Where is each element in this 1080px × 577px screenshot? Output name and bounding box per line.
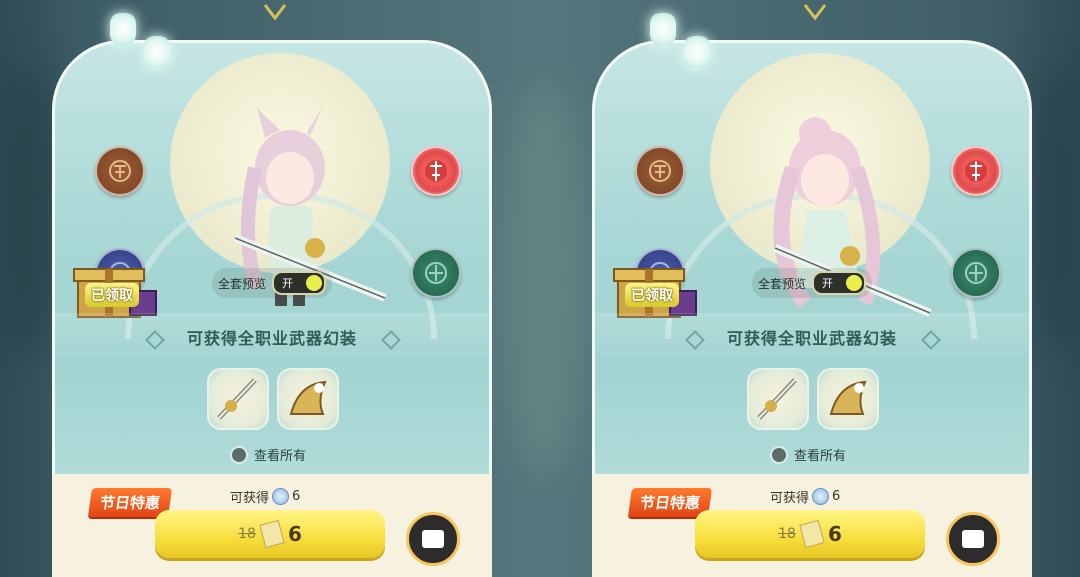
weapon-item[interactable]	[817, 368, 879, 430]
toggle-text: 开	[282, 277, 294, 290]
obtain-label: 可获得	[770, 491, 810, 506]
costume-panel: 已领取 全套预览 开 可获得全职业武器幻装 查看所有 节日特惠 可获得 6 18…	[592, 0, 1032, 577]
ribbon-icon	[803, 4, 827, 21]
preview-label: 全套预览	[758, 276, 807, 291]
received-label: 已领取	[625, 283, 679, 307]
sword-icon	[217, 378, 257, 420]
obtain-label: 可获得	[230, 491, 270, 506]
obtain-count: 6	[292, 489, 301, 504]
gift-button-icon[interactable]	[946, 512, 1000, 566]
obtain-info: 可获得 6	[770, 487, 840, 506]
preview-toggle[interactable]: 开	[812, 271, 867, 295]
emblem-red-icon[interactable]	[411, 146, 461, 196]
lantern-icon	[684, 36, 710, 68]
new-price: 6	[827, 522, 842, 546]
emblem-brown-icon[interactable]	[635, 146, 685, 196]
gem-icon	[272, 488, 290, 505]
emblem-green-icon[interactable]	[411, 248, 461, 298]
view-all-label: 查看所有	[254, 449, 307, 464]
weapon-item[interactable]	[207, 368, 269, 430]
background-blur	[0, 60, 60, 360]
full-set-preview: 全套预览 开	[752, 268, 873, 298]
emblem-green-icon[interactable]	[951, 248, 1001, 298]
weapon-item[interactable]	[747, 368, 809, 430]
weapon-item[interactable]	[277, 368, 339, 430]
preview-toggle[interactable]: 开	[272, 271, 327, 295]
section-title: 可获得全职业武器幻装	[726, 329, 897, 348]
section-title: 可获得全职业武器幻装	[186, 329, 357, 348]
obtain-count: 6	[832, 489, 841, 504]
view-all-label: 查看所有	[794, 449, 847, 464]
toggle-text: 开	[822, 277, 834, 290]
ticket-icon	[259, 519, 285, 549]
claw-weapon-icon	[289, 380, 327, 415]
gem-icon	[812, 488, 830, 505]
gift-button-icon[interactable]	[406, 512, 460, 566]
ticket-icon	[799, 519, 825, 549]
radio-icon	[770, 445, 788, 464]
preview-label: 全套预览	[218, 276, 267, 291]
obtain-info: 可获得 6	[230, 487, 300, 506]
old-price: 18	[778, 526, 796, 542]
full-set-preview: 全套预览 开	[212, 268, 333, 298]
claw-weapon-icon	[829, 380, 867, 415]
view-all-option[interactable]: 查看所有	[770, 445, 846, 464]
background-blur	[500, 80, 590, 480]
emblem-brown-icon[interactable]	[95, 146, 145, 196]
old-price: 18	[238, 526, 256, 542]
lantern-icon	[144, 36, 170, 68]
received-label: 已领取	[85, 283, 139, 307]
radio-icon	[230, 445, 248, 464]
toggle-knob	[306, 275, 323, 291]
emblem-red-icon[interactable]	[951, 146, 1001, 196]
lantern-icon	[650, 13, 676, 45]
new-price: 6	[287, 522, 302, 546]
background-blur	[1030, 60, 1080, 360]
buy-button[interactable]: 18 6	[155, 510, 385, 558]
costume-panel: 已领取 全套预览 开 可获得全职业武器幻装 查看所有 节日特惠 可获得 6 18…	[52, 0, 492, 577]
ribbon-icon	[263, 4, 287, 21]
view-all-option[interactable]: 查看所有	[230, 445, 306, 464]
buy-button[interactable]: 18 6	[695, 510, 925, 558]
toggle-knob	[846, 275, 863, 291]
lantern-icon	[110, 13, 136, 45]
sword-icon	[757, 378, 797, 420]
